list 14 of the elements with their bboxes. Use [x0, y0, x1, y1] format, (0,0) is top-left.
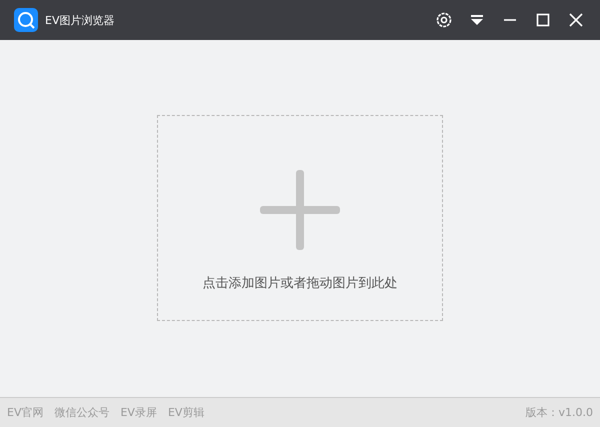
- footer-link[interactable]: EV录屏: [120, 405, 157, 420]
- app-logo-icon: [14, 8, 38, 32]
- footer-link[interactable]: EV剪辑: [168, 405, 204, 420]
- drop-hint: 点击添加图片或者拖动图片到此处: [202, 275, 398, 292]
- close-icon: [568, 13, 582, 27]
- maximize-icon: [536, 13, 550, 27]
- image-drop-zone[interactable]: 点击添加图片或者拖动图片到此处: [157, 115, 443, 321]
- window-title: EV图片浏览器: [45, 12, 114, 28]
- gear-icon: [436, 12, 452, 28]
- footer-link[interactable]: 微信公众号: [54, 405, 110, 420]
- footer-link[interactable]: EV官网: [7, 405, 44, 420]
- version-label: 版本：v1.0.0: [526, 405, 593, 420]
- plus-icon: [260, 170, 340, 250]
- caret-icon: [470, 14, 484, 26]
